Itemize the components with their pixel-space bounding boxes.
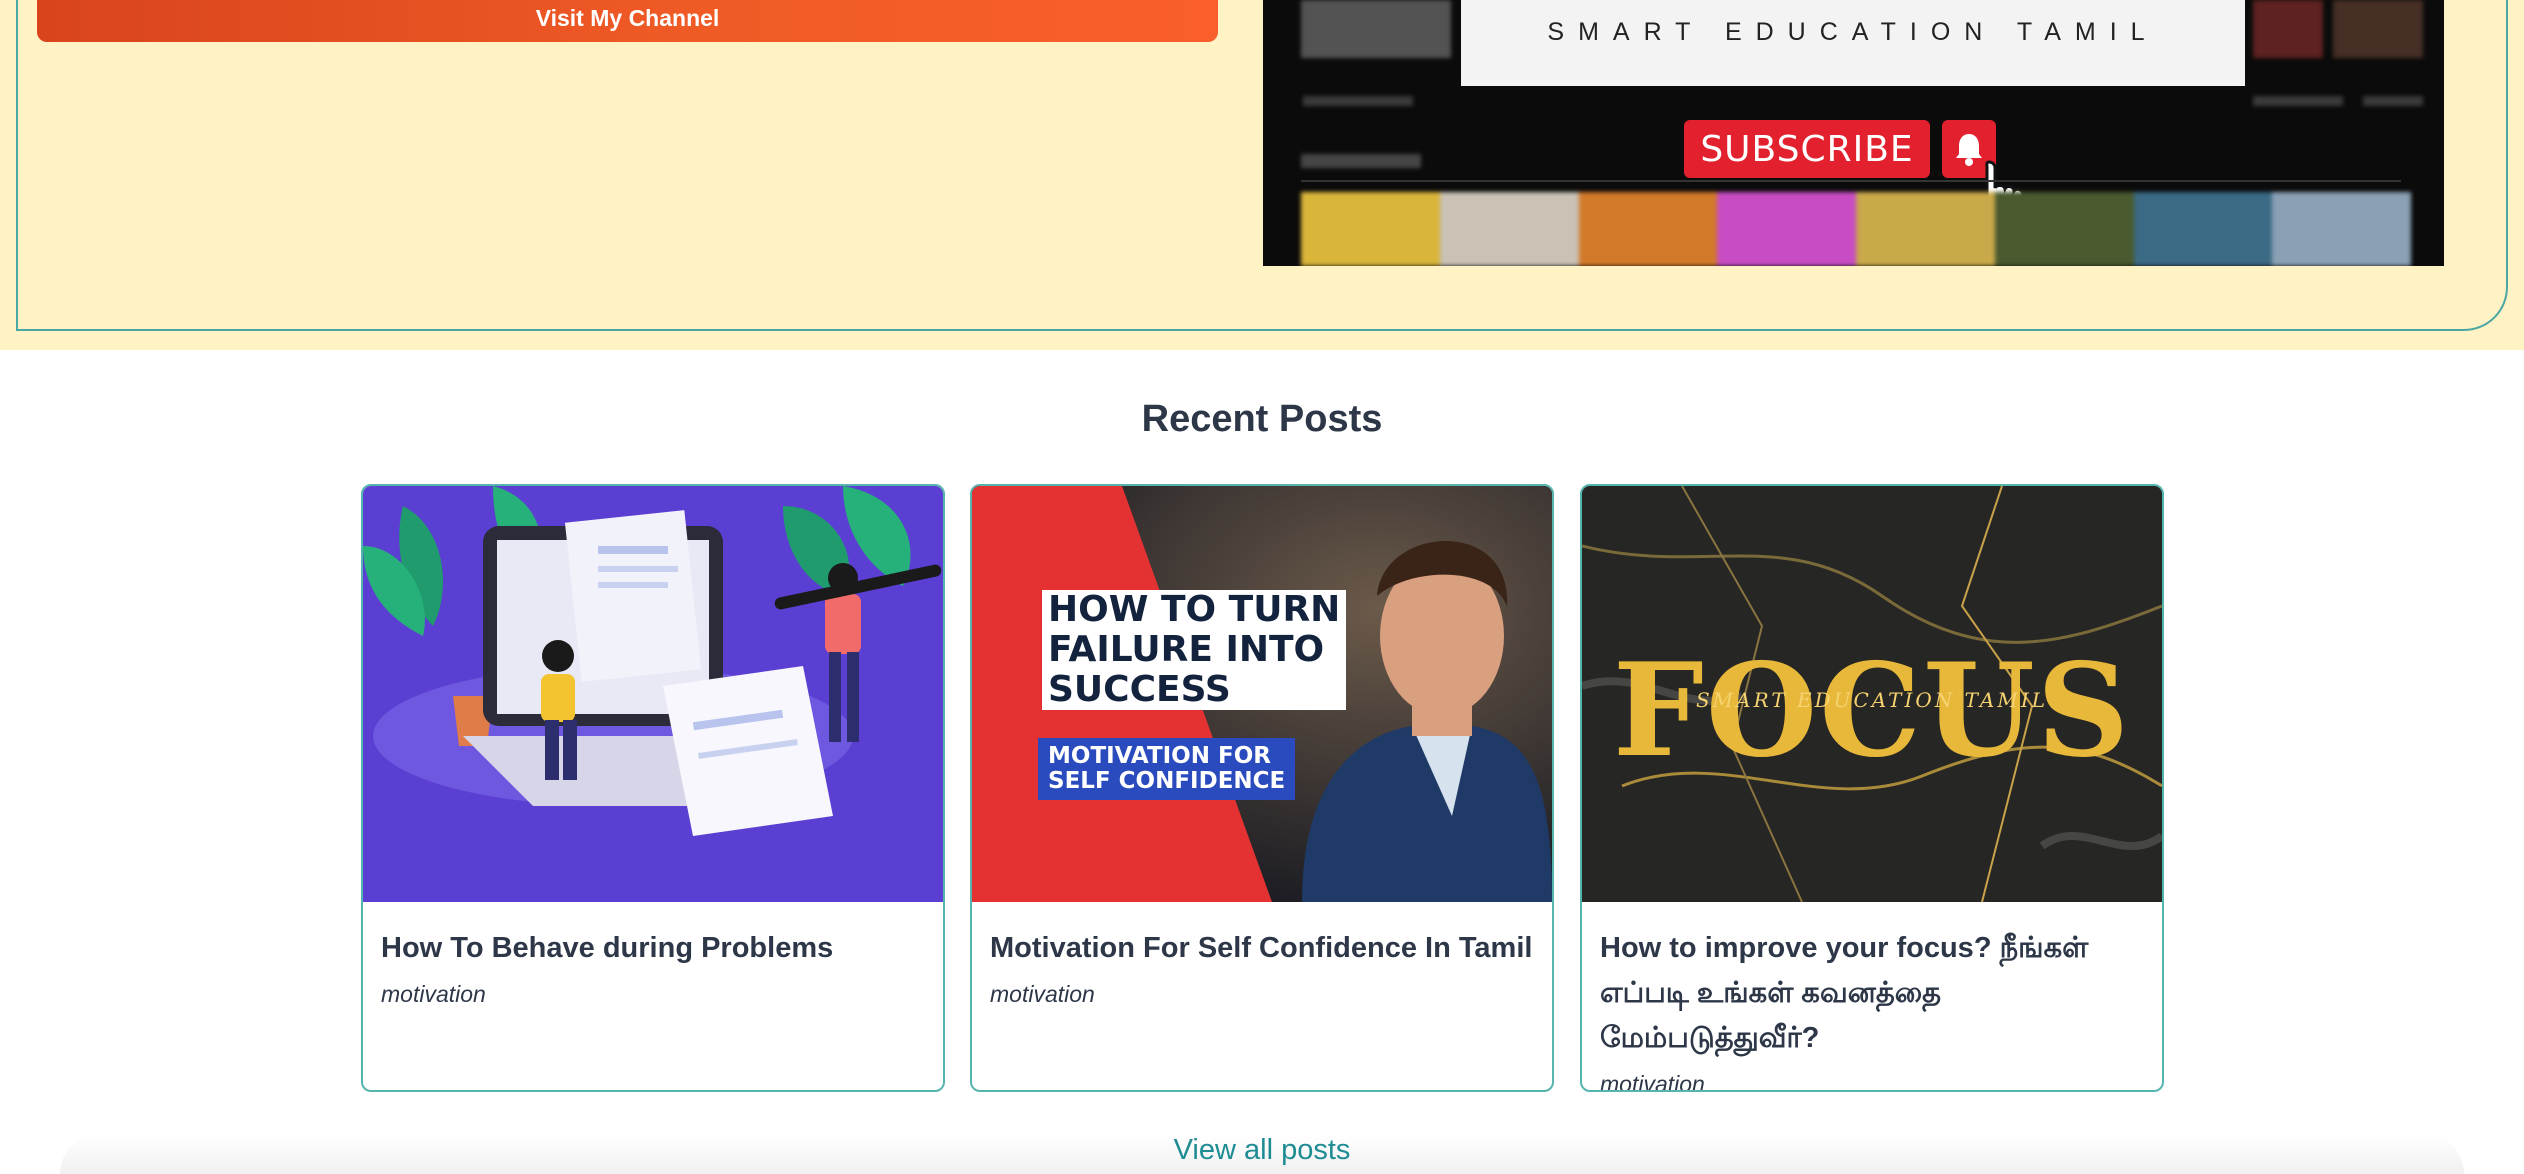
blur-thumb [1301,0,1451,58]
post-thumbnail[interactable]: FOCUS SMART EDUCATION TAMIL [1582,486,2162,902]
post-title[interactable]: How to improve your focus? நீங்கள் எப்பட… [1600,926,2144,1061]
blur-meta [2253,96,2343,106]
hero-section: Visit My Channel SMART EDUCATION TAMIL S… [0,0,2524,350]
post-thumbnail[interactable]: HOW TO TURN FAILURE INTO SUCCESS MOTIVAT… [972,486,1552,902]
post-title[interactable]: Motivation For Self Confidence In Tamil [990,926,1534,971]
blur-meta [1303,96,1413,106]
recent-posts-heading: Recent Posts [1141,398,1383,440]
thumb-headline-line: FAILURE INTO [1048,629,1325,670]
promo-divider [1301,180,2401,182]
post-title[interactable]: How To Behave during Problems [381,926,925,971]
subscribe-button: SUBSCRIBE [1684,120,1930,178]
blur-thumb-row [1301,192,2411,266]
post-card[interactable]: FOCUS SMART EDUCATION TAMIL How to impro… [1580,484,2164,1092]
thumb-subtitle-line: MOTIVATION FOR [1048,743,1271,769]
post-category[interactable]: motivation [1600,1071,2144,1090]
thumb-subtitle-line: SELF CONFIDENCE [1048,768,1286,794]
post-card[interactable]: HOW TO TURN FAILURE INTO SUCCESS MOTIVAT… [970,484,1554,1092]
channel-promo-image: SMART EDUCATION TAMIL SUBSCRIBE [1263,0,2444,266]
blur-section-label [1301,154,1421,168]
blur-thumb [2253,0,2323,58]
post-category[interactable]: motivation [381,981,925,1008]
blur-meta [2363,96,2423,106]
thumb-headline-line: HOW TO TURN [1048,589,1341,630]
view-all-posts-link[interactable]: View all posts [0,1134,2524,1167]
thumb-headline-line: SUCCESS [1048,669,1231,710]
thumb-subtitle: MOTIVATION FOR SELF CONFIDENCE [1038,738,1296,800]
post-category[interactable]: motivation [990,981,1534,1008]
blur-thumb [2333,0,2423,58]
visit-channel-button[interactable]: Visit My Channel [37,0,1218,42]
thumb-headline: HOW TO TURN FAILURE INTO SUCCESS [1042,589,1347,710]
channel-brand-text: SMART EDUCATION TAMIL [1547,17,2159,46]
thumb-brand-text: SMART EDUCATION TAMIL [1695,688,2048,712]
post-thumbnail[interactable] [363,486,943,902]
channel-banner: SMART EDUCATION TAMIL [1461,0,2245,86]
post-card[interactable]: How To Behave during Problems motivation [361,484,945,1092]
